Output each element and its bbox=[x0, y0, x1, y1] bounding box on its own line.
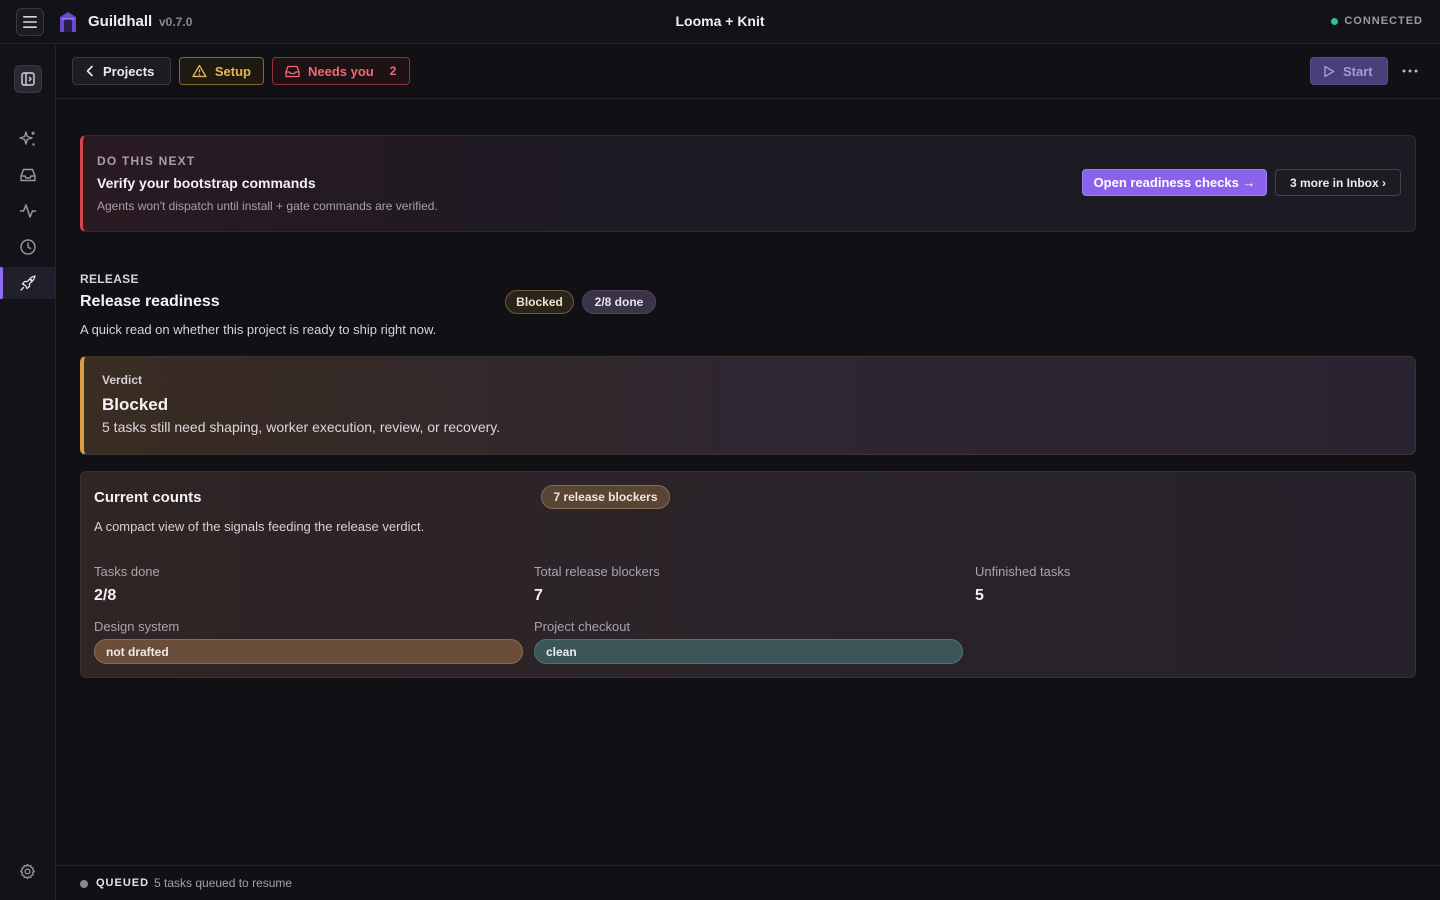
stat-value-unfinished-tasks: 5 bbox=[975, 587, 984, 604]
sidebar-item-history[interactable] bbox=[0, 231, 55, 263]
release-status-badge: Blocked bbox=[505, 290, 574, 314]
project-toolbar: Projects Setup Needs you 2 Start bbox=[56, 45, 1440, 99]
design-system-status-bar: not drafted bbox=[94, 639, 523, 664]
projects-label: Projects bbox=[103, 63, 155, 79]
sidebar-toggle-button[interactable] bbox=[14, 65, 42, 93]
setup-label: Setup bbox=[214, 63, 251, 79]
more-horizontal-icon bbox=[1402, 69, 1418, 73]
settings-button[interactable] bbox=[0, 855, 55, 887]
inbox-icon bbox=[19, 168, 36, 182]
connection-status-label: CONNECTED bbox=[1344, 15, 1423, 27]
app-name: Guildhall bbox=[88, 13, 153, 30]
stat-label-release-blockers: Total release blockers bbox=[534, 564, 660, 579]
inbox-icon bbox=[285, 65, 300, 77]
project-checkout-status-bar: clean bbox=[534, 639, 963, 664]
open-readiness-checks-button[interactable]: Open readiness checks → bbox=[1082, 169, 1267, 196]
panel-toggle-icon bbox=[21, 72, 35, 86]
window-title: Looma + Knit bbox=[675, 13, 765, 29]
queued-dot-icon bbox=[80, 880, 88, 888]
design-system-label: Design system bbox=[94, 619, 180, 634]
release-blockers-badge: 7 release blockers bbox=[541, 485, 670, 509]
next-action-kicker: DO THIS NEXT bbox=[97, 154, 196, 168]
rocket-icon bbox=[19, 275, 36, 291]
chevron-left-icon bbox=[86, 65, 93, 77]
clock-icon bbox=[19, 239, 36, 255]
release-description: A quick read on whether this project is … bbox=[80, 322, 437, 337]
hamburger-icon bbox=[23, 16, 37, 28]
next-action-banner: DO THIS NEXT Verify your bootstrap comma… bbox=[80, 135, 1416, 232]
more-in-inbox-button[interactable]: 3 more in Inbox › bbox=[1275, 169, 1401, 196]
sidebar-item-activity[interactable] bbox=[0, 195, 55, 227]
stat-value-tasks-done: 2/8 bbox=[94, 587, 117, 604]
connection-status: CONNECTED bbox=[1331, 15, 1423, 27]
project-checkout-label: Project checkout bbox=[534, 619, 631, 634]
guildhall-logo-icon bbox=[60, 12, 76, 32]
menu-button[interactable] bbox=[16, 8, 44, 36]
status-dot-icon bbox=[1331, 17, 1339, 25]
app-version: v0.7.0 bbox=[159, 15, 193, 29]
release-title: Release readiness bbox=[80, 293, 220, 310]
next-action-title: Verify your bootstrap commands bbox=[97, 175, 316, 191]
sidebar-item-sparkle[interactable] bbox=[0, 123, 55, 155]
stat-value-release-blockers: 7 bbox=[534, 587, 543, 604]
queued-text: 5 tasks queued to resume bbox=[154, 876, 293, 890]
current-counts-card: Current counts 7 release blockers A comp… bbox=[80, 471, 1416, 678]
status-bar: QUEUED 5 tasks queued to resume bbox=[56, 865, 1440, 900]
verdict-kicker: Verdict bbox=[102, 373, 143, 387]
counts-title: Current counts bbox=[94, 489, 202, 506]
more-options-button[interactable] bbox=[1399, 59, 1421, 83]
next-action-description: Agents won't dispatch until install + ga… bbox=[97, 199, 438, 213]
play-icon bbox=[1324, 65, 1335, 77]
sidebar-item-release[interactable] bbox=[0, 267, 55, 299]
back-to-projects-button[interactable]: Projects bbox=[72, 57, 171, 85]
release-progress-badge: 2/8 done bbox=[582, 290, 656, 314]
queued-label: QUEUED bbox=[96, 877, 150, 889]
verdict-description: 5 tasks still need shaping, worker execu… bbox=[102, 419, 501, 435]
warning-icon bbox=[192, 64, 207, 78]
needs-you-label: Needs you bbox=[308, 63, 374, 79]
stat-label-tasks-done: Tasks done bbox=[94, 564, 160, 579]
gear-icon bbox=[19, 863, 36, 879]
sidebar-item-inbox[interactable] bbox=[0, 159, 55, 191]
sparkle-icon bbox=[18, 131, 35, 146]
sidebar bbox=[0, 45, 56, 900]
stat-label-unfinished-tasks: Unfinished tasks bbox=[975, 564, 1071, 579]
verdict-card: Verdict Blocked 5 tasks still need shapi… bbox=[80, 356, 1416, 455]
counts-description: A compact view of the signals feeding th… bbox=[94, 519, 425, 534]
start-label: Start bbox=[1343, 63, 1373, 79]
top-bar: Guildhall v0.7.0 Looma + Knit CONNECTED bbox=[0, 0, 1440, 44]
needs-you-count-badge: 2 bbox=[389, 64, 397, 78]
needs-you-button[interactable]: Needs you 2 bbox=[272, 57, 410, 85]
activity-icon bbox=[19, 204, 36, 218]
verdict-title: Blocked bbox=[102, 395, 169, 414]
release-kicker: RELEASE bbox=[80, 272, 139, 286]
setup-button[interactable]: Setup bbox=[179, 57, 264, 85]
start-button[interactable]: Start bbox=[1310, 57, 1388, 85]
